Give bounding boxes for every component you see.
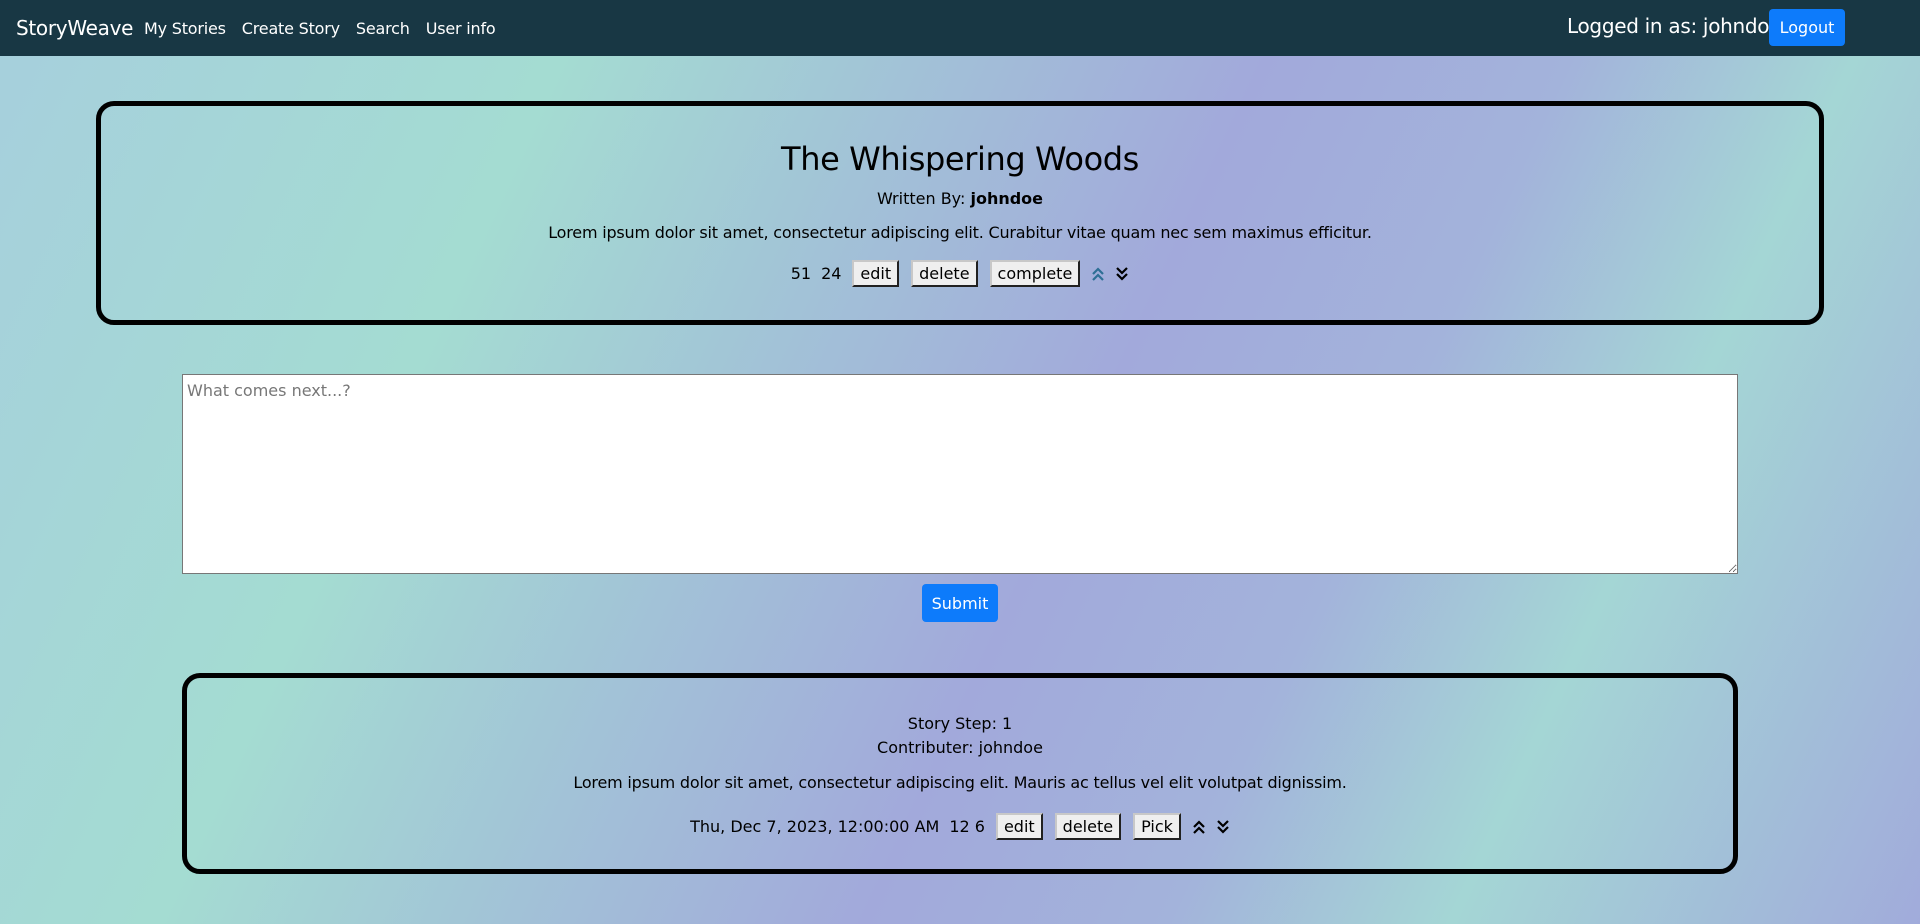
nav-links: My Stories Create Story Search User info: [144, 19, 511, 38]
story-step-number: Story Step: 1: [907, 714, 1013, 733]
step-delete-button[interactable]: delete: [1054, 813, 1122, 840]
story-author: johndoe: [970, 189, 1044, 208]
double-chevron-up-icon[interactable]: [1190, 816, 1208, 838]
step-vote-counts: 12 6: [949, 817, 985, 836]
story-delete-button[interactable]: delete: [911, 260, 978, 287]
step-pick-button[interactable]: Pick: [1133, 813, 1181, 840]
step-contributor: Contributer: johndoe: [877, 738, 1043, 757]
step-actions: Thu, Dec 7, 2023, 12:00:00 AM 12 6 edit …: [187, 813, 1733, 840]
brand-logo[interactable]: StoryWeave: [16, 16, 133, 40]
nav-link-user-info[interactable]: User info: [426, 19, 496, 38]
double-chevron-down-icon[interactable]: [1113, 263, 1131, 285]
double-chevron-down-icon[interactable]: [1214, 816, 1232, 838]
step-date: Thu, Dec 7, 2023, 12:00:00 AM: [690, 817, 940, 836]
top-navbar: StoryWeave My Stories Create Story Searc…: [0, 0, 1920, 56]
written-by-label: Written By:: [876, 189, 966, 208]
story-author-line: Written By: johndoe: [101, 189, 1819, 208]
story-title: The Whispering Woods: [781, 140, 1139, 178]
story-card: The Whispering Woods Written By: johndoe…: [96, 101, 1824, 325]
story-step-card: Story Step: 1 Contributer: johndoe Lorem…: [182, 673, 1738, 874]
story-description: Lorem ipsum dolor sit amet, consectetur …: [548, 223, 1372, 242]
story-complete-button[interactable]: complete: [989, 260, 1081, 287]
nav-link-my-stories[interactable]: My Stories: [144, 19, 226, 38]
story-downvote-count: 24: [821, 264, 842, 283]
next-step-textarea[interactable]: [182, 374, 1738, 574]
story-upvote-count: 51: [790, 264, 812, 283]
logged-in-status: Logged in as: johndoe: [1567, 14, 1782, 38]
story-edit-button[interactable]: edit: [852, 260, 900, 287]
story-actions: 51 24 edit delete complete: [101, 260, 1819, 287]
logout-button[interactable]: Logout: [1769, 9, 1845, 46]
nav-link-create-story[interactable]: Create Story: [242, 19, 340, 38]
submit-button[interactable]: Submit: [922, 584, 998, 622]
step-edit-button[interactable]: edit: [995, 813, 1043, 840]
nav-link-search[interactable]: Search: [356, 19, 410, 38]
double-chevron-up-icon[interactable]: [1089, 263, 1107, 285]
step-text: Lorem ipsum dolor sit amet, consectetur …: [573, 773, 1347, 792]
